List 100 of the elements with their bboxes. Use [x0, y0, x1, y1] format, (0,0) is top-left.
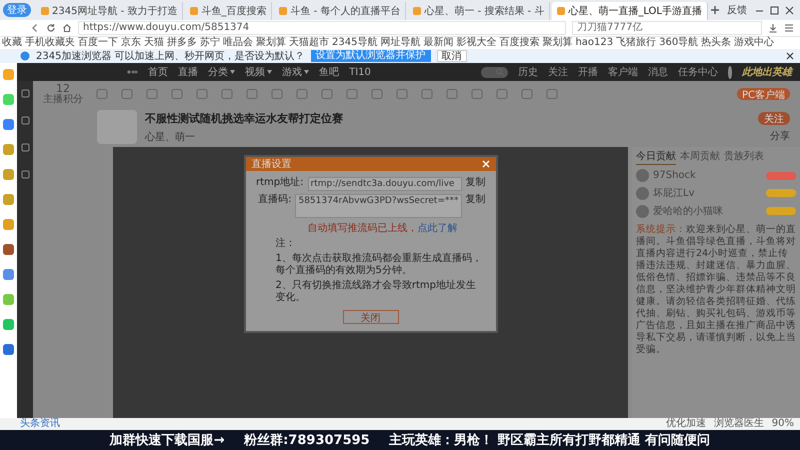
bookmark-link[interactable]: 百度一下 [78, 37, 118, 49]
news-link[interactable]: 头条资讯 [20, 418, 60, 430]
status-item[interactable]: 浏览器医生 [714, 418, 764, 430]
user-name: 坏屁江Lv [653, 187, 694, 200]
user-name: 97Shock [653, 170, 696, 181]
nav-link[interactable]: 首页 [148, 65, 168, 79]
tool-icon[interactable] [246, 88, 258, 100]
new-tab-icon[interactable] [710, 5, 720, 15]
search-field[interactable]: 刀刀猫7777亿 [572, 21, 762, 35]
tool-icon[interactable] [196, 88, 208, 100]
tool-icon[interactable] [271, 88, 283, 100]
points-label: 主播积分 [43, 94, 83, 105]
rank-tab[interactable]: 今日贡献 [636, 149, 676, 165]
caret-icon [304, 70, 310, 74]
home-icon[interactable] [62, 23, 72, 33]
bookmark-link[interactable]: 百度搜索 [499, 37, 540, 49]
menu-icon[interactable] [784, 23, 794, 33]
app-icon[interactable] [3, 144, 14, 155]
tool-icon[interactable] [471, 88, 483, 100]
header-link[interactable]: 客户端 [608, 65, 638, 79]
app-icon[interactable] [3, 269, 14, 280]
bookmark-link[interactable]: 天猫 [144, 37, 164, 49]
note-text: 1、每次点击获取推流码都会重新生成直播码，每个直播码的有效期为5分钟。 [274, 253, 483, 277]
bookmark-link[interactable]: 京东 [121, 37, 141, 49]
bookmark-link[interactable]: 游戏中心 [734, 37, 774, 49]
nav-link[interactable]: 游戏 [282, 65, 310, 79]
tool-icon[interactable] [146, 88, 158, 100]
copy-link[interactable]: 复制 [466, 194, 486, 206]
app-icon[interactable] [3, 244, 14, 255]
address-field[interactable]: https://www.douyu.com/5851374 [78, 21, 566, 35]
bookmark-link[interactable]: 影视大全 [456, 37, 496, 49]
nav-link[interactable]: 直播 [178, 65, 198, 79]
bookmark-link[interactable]: 收藏 [2, 37, 22, 49]
tool-icon[interactable] [371, 88, 383, 100]
tool-icon[interactable] [346, 88, 358, 100]
sidebar-icon[interactable] [20, 170, 30, 179]
bookmark-link[interactable]: 手机收藏夹 [25, 37, 75, 49]
tool-icon[interactable] [421, 88, 433, 100]
feedback-link[interactable]: 反馈 [727, 3, 747, 17]
bookmark-link[interactable]: 天猫超市 [289, 37, 329, 49]
input-field[interactable]: rtmp://sendtc3a.douyu.com/live [308, 177, 462, 191]
overlay-caption: 主玩英雄：男枪！ 野区霸主所有打野都精通 有问随便问 [389, 432, 710, 449]
bookmark-link[interactable]: 唯品会 [223, 37, 253, 49]
tool-icon[interactable] [221, 88, 233, 100]
bookmark-link[interactable]: 拼多多 [167, 37, 197, 49]
set-default-button[interactable]: 设置为默认浏览器并保护 [310, 50, 431, 62]
page-icon [190, 7, 198, 15]
reload-icon[interactable] [46, 23, 56, 33]
tool-icon[interactable] [521, 88, 533, 100]
nav-link[interactable]: 视频 [245, 65, 272, 79]
bookmark-link[interactable]: 360导航 [659, 37, 698, 49]
close-icon[interactable] [786, 52, 794, 60]
bookmark-link[interactable]: hao123 [575, 37, 614, 49]
search-field[interactable] [480, 66, 508, 78]
bookmark-link[interactable]: 网址导航 [380, 37, 420, 49]
sidebar-icon[interactable] [20, 143, 30, 152]
bookmark-link[interactable]: 聚划算 [542, 37, 572, 49]
input-field[interactable]: 5851374rAbvwG3PD?wsSecret=*** [295, 194, 462, 218]
cancel-button[interactable]: 取消 [436, 50, 467, 62]
share-link[interactable]: 分享 [770, 128, 790, 142]
nav-link[interactable]: 鱼吧 [319, 65, 340, 79]
follow-button[interactable]: 关注 [758, 112, 790, 124]
browser-tab[interactable]: 心星、萌一直播_LOL手游直播 [552, 2, 708, 20]
bookmark-link[interactable]: 热头条 [701, 37, 732, 49]
app-icon[interactable] [3, 119, 14, 130]
tool-icon[interactable] [496, 88, 508, 100]
app-icon[interactable] [3, 194, 14, 205]
bookmark-link[interactable]: 飞猪旅行 [616, 37, 656, 49]
tool-icon[interactable] [296, 88, 308, 100]
tool-icon[interactable] [171, 88, 183, 100]
app-icon[interactable] [3, 319, 14, 330]
header-link[interactable]: 消息 [648, 65, 668, 79]
app-icon[interactable] [3, 344, 14, 355]
pc-client-button[interactable]: PC客户端 [736, 88, 790, 100]
nav-link[interactable]: TI10 [349, 66, 371, 78]
header-link[interactable]: 任务中心 [678, 65, 718, 79]
tool-icon[interactable] [546, 88, 558, 100]
zoom-level[interactable]: 90% [772, 418, 794, 430]
status-item[interactable]: 优化加速 [666, 418, 706, 430]
tool-icon[interactable] [396, 88, 408, 100]
tool-icon[interactable] [96, 88, 108, 100]
tool-icon[interactable] [121, 88, 133, 100]
sidebar-icon[interactable] [20, 116, 30, 125]
sidebar-icon[interactable] [20, 89, 30, 98]
header-link[interactable]: 历史 [518, 65, 538, 79]
tool-icon[interactable] [321, 88, 333, 100]
tool-icon[interactable] [446, 88, 458, 100]
copy-link[interactable]: 复制 [466, 177, 486, 189]
header-link[interactable]: 开播 [578, 65, 598, 79]
close-icon[interactable] [785, 6, 794, 14]
bookmark-link[interactable]: 最新闻 [423, 37, 454, 49]
bookmark-link[interactable]: 苏宁 [200, 37, 220, 49]
maximize-icon[interactable] [770, 6, 779, 14]
download-icon[interactable] [768, 23, 778, 33]
bookmark-link[interactable]: 聚划算 [256, 37, 286, 49]
back-icon[interactable] [30, 23, 40, 33]
app-icon[interactable] [3, 169, 14, 180]
header-link[interactable]: 关注 [548, 65, 568, 79]
bookmark-link[interactable]: 2345导航 [332, 37, 378, 49]
nav-link[interactable]: 分类 [208, 65, 236, 79]
